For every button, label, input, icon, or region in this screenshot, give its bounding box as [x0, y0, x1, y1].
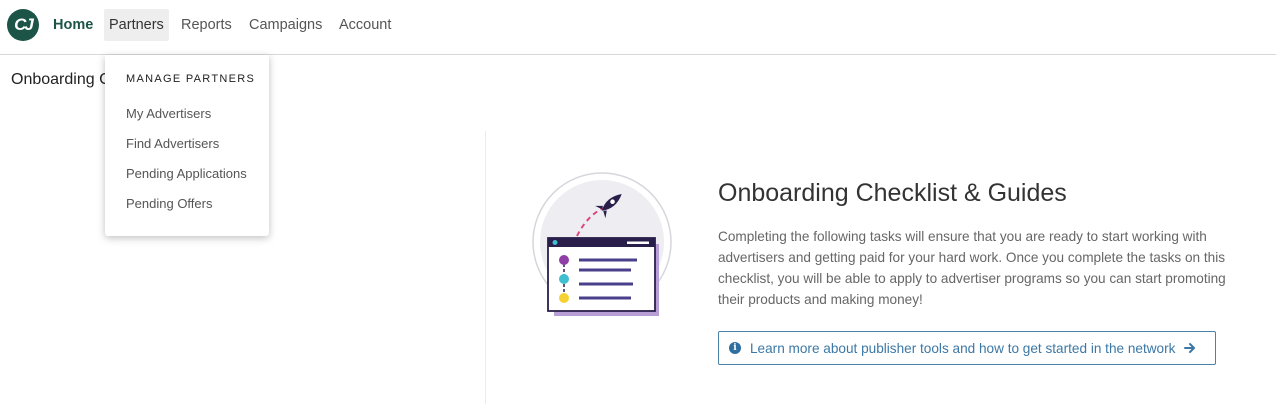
checklist-title: Onboarding Checklist & Guides	[718, 179, 1067, 207]
top-navigation: CJ Home Partners Reports Campaigns Accou…	[0, 0, 1276, 55]
nav-campaigns[interactable]: Campaigns	[244, 9, 327, 41]
rocket-checklist-illustration	[532, 172, 672, 316]
menu-item-find-advertisers[interactable]: Find Advertisers	[126, 136, 219, 151]
nav-home[interactable]: Home	[48, 9, 98, 41]
learn-more-label: Learn more about publisher tools and how…	[750, 340, 1176, 356]
nav-partners[interactable]: Partners	[104, 9, 169, 41]
page-title: Onboarding C	[11, 71, 111, 88]
logo-text: CJ	[14, 15, 34, 34]
menu-item-pending-offers[interactable]: Pending Offers	[126, 196, 212, 211]
nav-account[interactable]: Account	[334, 9, 396, 41]
menu-item-my-advertisers[interactable]: My Advertisers	[126, 106, 211, 121]
learn-more-button[interactable]: i Learn more about publisher tools and h…	[718, 331, 1216, 365]
nav-reports[interactable]: Reports	[176, 9, 237, 41]
menu-section-header: MANAGE PARTNERS	[126, 73, 256, 85]
info-circle-icon: i	[729, 342, 741, 354]
partners-dropdown-menu: MANAGE PARTNERS My Advertisers Find Adve…	[105, 55, 269, 236]
menu-item-pending-applications[interactable]: Pending Applications	[126, 166, 247, 181]
vertical-divider	[485, 131, 486, 404]
checklist-description: Completing the following tasks will ensu…	[718, 229, 1226, 307]
arrow-right-icon	[1184, 343, 1196, 353]
cj-logo[interactable]: CJ	[7, 9, 39, 41]
